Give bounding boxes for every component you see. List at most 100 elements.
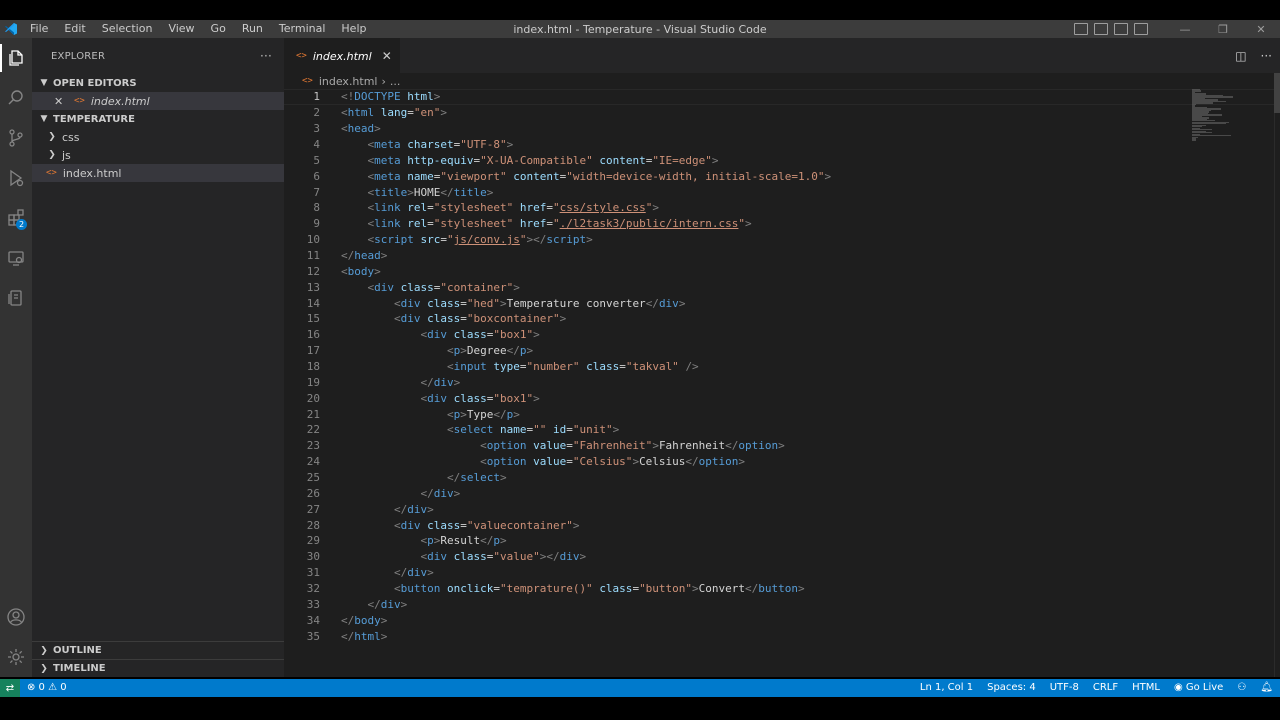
line-number[interactable]: 27 [284,503,320,516]
split-editor-icon[interactable]: ◫ [1235,49,1246,63]
menu-file[interactable]: File [22,20,56,38]
run-debug-icon[interactable] [0,158,32,198]
code-line[interactable]: 8 <link rel="stylesheet" href="css/style… [284,200,1280,216]
go-live-button[interactable]: ◉ Go Live [1167,679,1230,697]
line-number[interactable]: 7 [284,186,320,199]
line-number[interactable]: 35 [284,630,320,643]
code-line[interactable]: 23 <option value="Fahrenheit">Fahrenheit… [284,438,1280,454]
remote-indicator-icon[interactable]: ⇄ [0,679,20,697]
code-line[interactable]: 12 <body> [284,263,1280,279]
line-number[interactable]: 19 [284,376,320,389]
line-number[interactable]: 17 [284,344,320,357]
line-number[interactable]: 30 [284,550,320,563]
code-line[interactable]: 14 <div class="hed">Temperature converte… [284,295,1280,311]
code-line[interactable]: 4 <meta charset="UTF-8"> [284,137,1280,153]
indentation[interactable]: Spaces: 4 [980,679,1043,697]
line-number[interactable]: 10 [284,233,320,246]
code-line[interactable]: 3 <head> [284,121,1280,137]
encoding[interactable]: UTF-8 [1043,679,1086,697]
tree-folder-js[interactable]: ❯ js [32,146,284,164]
code-line[interactable]: 13 <div class="container"> [284,279,1280,295]
code-line[interactable]: 15 <div class="boxcontainer"> [284,311,1280,327]
extensions-icon[interactable]: 2 [0,198,32,238]
code-line[interactable]: 31 </div> [284,565,1280,581]
code-line[interactable]: 25 </select> [284,470,1280,486]
cursor-position[interactable]: Ln 1, Col 1 [913,679,980,697]
code-editor[interactable]: 1 <!DOCTYPE html> 2 <html lang="en"> 3 <head>… [284,89,1280,644]
line-number[interactable]: 23 [284,439,320,452]
source-control-icon[interactable] [0,118,32,158]
code-line[interactable]: 32 <button onclick="temprature()" class=… [284,581,1280,597]
code-line[interactable]: 2 <html lang="en"> [284,105,1280,121]
close-editor-icon[interactable]: ✕ [54,95,66,108]
code-line[interactable]: 26 </div> [284,485,1280,501]
line-number[interactable]: 33 [284,598,320,611]
line-number[interactable]: 8 [284,201,320,214]
line-number[interactable]: 21 [284,408,320,421]
line-number[interactable]: 18 [284,360,320,373]
line-number[interactable]: 5 [284,154,320,167]
remote-explorer-icon[interactable] [0,238,32,278]
code-line[interactable]: 27 </div> [284,501,1280,517]
code-line[interactable]: 18 <input type="number" class="takval" /… [284,359,1280,375]
menu-go[interactable]: Go [203,20,234,38]
line-number[interactable]: 2 [284,106,320,119]
explorer-icon[interactable] [0,38,32,78]
menu-edit[interactable]: Edit [56,20,93,38]
code-line[interactable]: 17 <p>Degree</p> [284,343,1280,359]
code-line[interactable]: 5 <meta http-equiv="X-UA-Compatible" con… [284,152,1280,168]
minimize-button[interactable]: — [1166,20,1204,38]
timeline-section[interactable]: ❯ TIMELINE [32,659,284,677]
scroll-thumb[interactable] [1274,73,1280,113]
code-line[interactable]: 20 <div class="box1"> [284,390,1280,406]
line-number[interactable]: 20 [284,392,320,405]
line-number[interactable]: 14 [284,297,320,310]
tree-folder-css[interactable]: ❯ css [32,128,284,146]
editor-scrollbar[interactable] [1274,73,1280,677]
code-line[interactable]: 34 </body> [284,612,1280,628]
tree-file-index-html[interactable]: <> index.html [32,164,284,182]
code-line[interactable]: 6 <meta name="viewport" content="width=d… [284,168,1280,184]
menu-selection[interactable]: Selection [94,20,161,38]
code-line[interactable]: 9 <link rel="stylesheet" href="./l2task3… [284,216,1280,232]
menu-run[interactable]: Run [234,20,271,38]
line-number[interactable]: 25 [284,471,320,484]
code-line[interactable]: 29 <p>Result</p> [284,533,1280,549]
line-number[interactable]: 29 [284,534,320,547]
code-line[interactable]: 24 <option value="Celsius">Celsius</opti… [284,454,1280,470]
code-line[interactable]: 7 <title>HOME</title> [284,184,1280,200]
gear-icon[interactable] [0,637,32,677]
live-share-icon[interactable] [0,278,32,318]
code-line[interactable]: 33 </div> [284,597,1280,613]
breadcrumb-file[interactable]: index.html [319,75,378,88]
open-editor-item[interactable]: ✕ <> index.html [32,92,284,110]
outline-section[interactable]: ❯ OUTLINE [32,641,284,659]
toggle-secondary-sidebar-icon[interactable] [1114,23,1128,35]
code-line[interactable]: 11 </head> [284,248,1280,264]
line-number[interactable]: 22 [284,423,320,436]
line-number[interactable]: 15 [284,312,320,325]
search-icon[interactable] [0,78,32,118]
line-number[interactable]: 31 [284,566,320,579]
menu-help[interactable]: Help [333,20,374,38]
code-line[interactable]: 22 <select name="" id="unit"> [284,422,1280,438]
end-of-line[interactable]: CRLF [1086,679,1125,697]
menu-terminal[interactable]: Terminal [271,20,334,38]
close-window-button[interactable]: ✕ [1242,20,1280,38]
line-number[interactable]: 32 [284,582,320,595]
code-line[interactable]: 16 <div class="box1"> [284,327,1280,343]
notifications-bell-icon[interactable]: 🔔︎ [1253,679,1280,697]
line-number[interactable]: 26 [284,487,320,500]
breadcrumb-symbols[interactable]: ... [390,75,401,88]
line-number[interactable]: 11 [284,249,320,262]
code-line[interactable]: 30 <div class="value"></div> [284,549,1280,565]
workspace-folder-section[interactable]: ▼ TEMPERATURE [32,110,284,128]
line-number[interactable]: 34 [284,614,320,627]
line-number[interactable]: 12 [284,265,320,278]
menu-view[interactable]: View [160,20,202,38]
toggle-primary-sidebar-icon[interactable] [1074,23,1088,35]
toggle-panel-icon[interactable] [1094,23,1108,35]
line-number[interactable]: 4 [284,138,320,151]
code-line[interactable]: 35 </html> [284,628,1280,644]
restore-button[interactable]: ❐ [1204,20,1242,38]
